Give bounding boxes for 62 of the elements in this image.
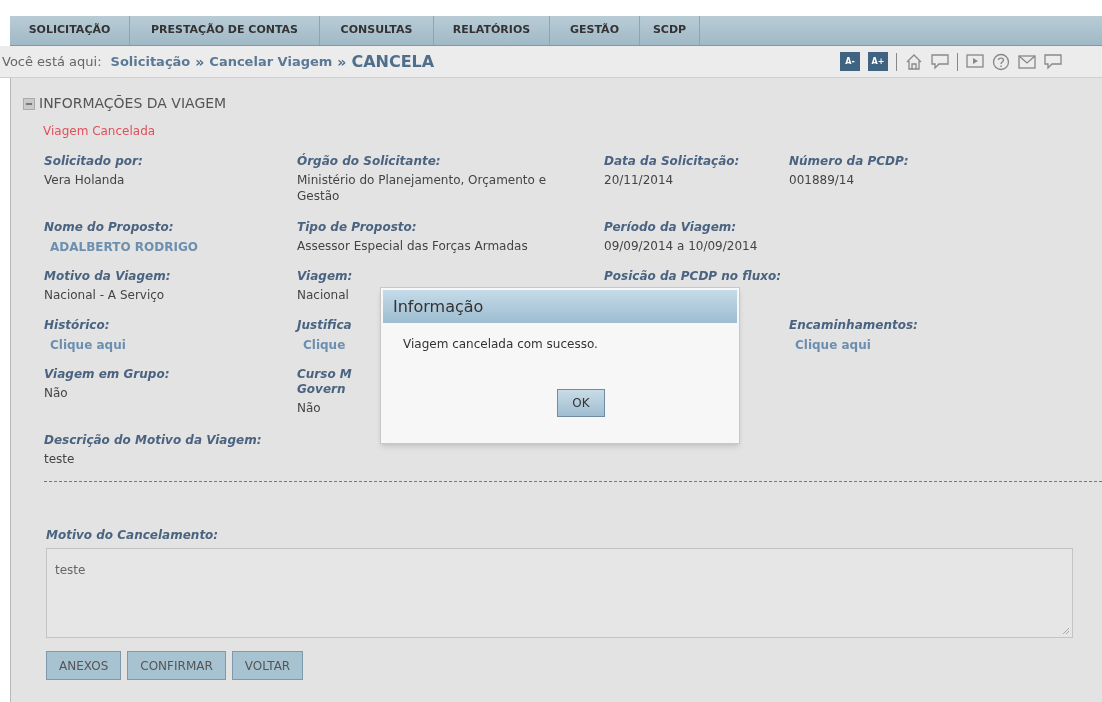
menu-tab[interactable]: PRESTAÇÃO DE CONTAS: [130, 16, 320, 45]
breadcrumb-separator: »: [337, 54, 347, 69]
font-size-button[interactable]: A+: [868, 52, 888, 71]
field-value: 09/09/2014 a 10/09/2014: [604, 238, 758, 254]
link[interactable]: Clique aqui: [50, 336, 126, 354]
field-value: Vera Holanda: [44, 172, 125, 188]
field-label: Órgão do Solicitante:: [297, 154, 441, 169]
field-value: Nacional - A Serviço: [44, 287, 165, 303]
field-label: Posicão da PCDP no fluxo:: [604, 269, 782, 284]
field-value: 20/11/2014: [604, 172, 674, 188]
field-value: Assessor Especial das Forças Armadas: [297, 238, 528, 254]
field-label: Motivo da Viagem:: [44, 269, 171, 284]
chat-icon[interactable]: [1044, 52, 1062, 71]
action-button[interactable]: VOLTAR: [231, 651, 304, 680]
menu-tab[interactable]: SCDP: [640, 16, 700, 45]
field-label: Nome do Proposto:: [44, 220, 174, 235]
field-label: Tipo de Proposto:: [297, 220, 417, 235]
menu-tab[interactable]: GESTÃO: [550, 16, 640, 45]
field-value: Nacional: [297, 287, 349, 303]
action-button[interactable]: CONFIRMAR: [127, 651, 226, 680]
field-label: Número da PCDP:: [789, 154, 909, 169]
field-label: Solicitado por:: [44, 154, 143, 169]
field-value: Não: [297, 400, 321, 416]
link[interactable]: ADALBERTO RODRIGO: [50, 238, 198, 256]
breadcrumb-label: Você está aqui:: [2, 52, 102, 71]
field-label: Descrição do Motivo da Viagem:: [44, 433, 262, 448]
field-label: Motivo do Cancelamento:: [46, 527, 220, 544]
menu-tab[interactable]: RELATÓRIOS: [434, 16, 550, 45]
chat-icon[interactable]: [931, 52, 949, 71]
field-label: Período da Viagem:: [604, 220, 737, 235]
field-label: Viagem em Grupo:: [44, 367, 170, 382]
field-value: teste: [44, 451, 75, 467]
dialog-message: Viagem cancelada com sucesso.: [403, 336, 599, 353]
status-text: Viagem Cancelada: [43, 123, 157, 140]
field-value: Não: [44, 385, 68, 401]
link[interactable]: Clique: [303, 336, 346, 354]
action-button[interactable]: ANEXOS: [46, 651, 122, 680]
field-label: Viagem:: [297, 269, 353, 284]
field-label: Encaminhamentos:: [789, 318, 918, 333]
mail-icon[interactable]: [1018, 52, 1036, 71]
play-icon[interactable]: [966, 52, 984, 71]
field-value: 001889/14: [789, 172, 855, 188]
help-icon[interactable]: [992, 52, 1010, 71]
cancel-reason-field[interactable]: teste: [46, 548, 1073, 638]
breadcrumb-link[interactable]: Solicitação: [110, 51, 191, 72]
field-label: Justifica: [297, 318, 352, 333]
section-title: INFORMAÇÕES DA VIAGEM: [39, 94, 227, 113]
field-label: Curso M Govern: [297, 367, 352, 397]
field-value: Ministério do Planejamento, Orçamento e Gestão: [297, 172, 548, 204]
link[interactable]: Clique aqui: [795, 336, 871, 354]
resize-grip-icon[interactable]: [1062, 627, 1070, 635]
ok-button[interactable]: OK: [557, 389, 605, 417]
field-label: Histórico:: [44, 318, 110, 333]
menu-tab[interactable]: CONSULTAS: [320, 16, 434, 45]
field-label: Data da Solicitação:: [604, 154, 740, 169]
breadcrumb-link[interactable]: Cancelar Viagem: [209, 51, 333, 72]
collapse-icon[interactable]: [23, 97, 35, 110]
font-size-button[interactable]: A-: [840, 52, 860, 71]
home-icon[interactable]: [905, 52, 923, 71]
dialog-title: Informação: [393, 295, 484, 318]
menu-tab[interactable]: SOLICITAÇÃO: [10, 16, 130, 45]
breadcrumb-separator: »: [195, 54, 205, 69]
